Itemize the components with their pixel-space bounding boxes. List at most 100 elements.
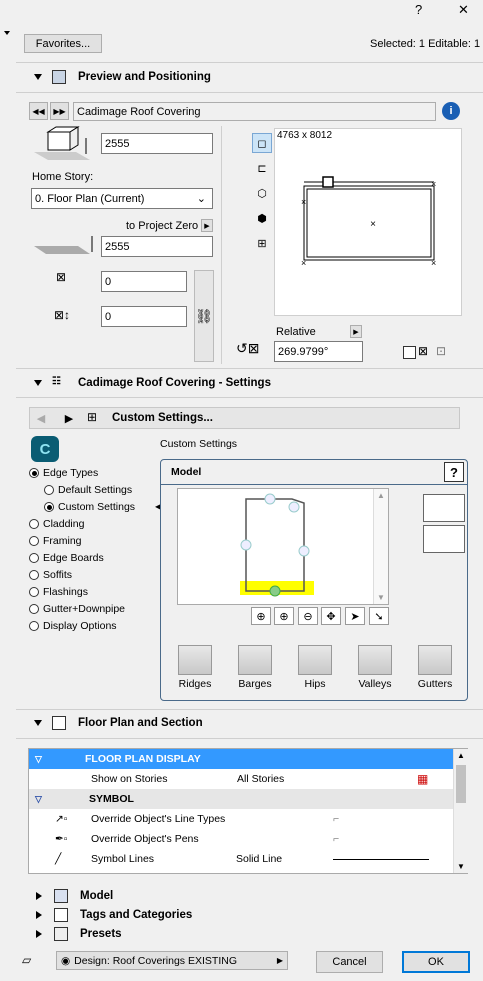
pan-icon[interactable]: ✥ (321, 607, 341, 625)
nav-display-options[interactable]: Display Options (29, 620, 117, 632)
design-layer-select[interactable]: ◉ Design: Roof Coverings EXISTING ▶ (56, 951, 288, 970)
ridges-label: Ridges (178, 678, 212, 690)
preview-canvas[interactable]: 4763 x 8012 × × × × × (274, 128, 462, 316)
project-zero-label: to Project Zero (126, 220, 199, 232)
mirror-x-icon[interactable]: ⊠ (418, 344, 428, 358)
tags-section-icon (54, 908, 68, 922)
section-model[interactable]: Model (16, 886, 483, 906)
x-offset-icon: ⊠ (56, 270, 67, 284)
info-icon[interactable]: i (442, 102, 460, 120)
properties-scrollbar[interactable]: ▲ ▼ (453, 749, 468, 873)
nav-edge-types[interactable]: Edge Types (29, 467, 98, 479)
section-title: Floor Plan and Section (78, 717, 203, 729)
zoom-fit-icon[interactable]: ⊕ (251, 607, 271, 625)
row-symbol[interactable]: ▽ SYMBOL (29, 789, 453, 809)
project-zero-toggle[interactable]: ▶ (201, 219, 213, 232)
section-presets[interactable]: Presets (16, 924, 483, 944)
settings-forward-button[interactable]: ▶ (61, 410, 77, 426)
radio-icon (44, 485, 54, 495)
radio-icon (29, 536, 39, 546)
select-plus-icon[interactable]: ➤ (345, 607, 365, 625)
x-offset-field[interactable]: 0 (101, 271, 187, 292)
object-name-field: Cadimage Roof Covering (73, 102, 436, 121)
model-panel-title: Model (171, 466, 202, 478)
scroll-thumb[interactable] (456, 765, 466, 803)
expand-arrow-icon[interactable] (36, 911, 42, 919)
roof-type-single-icon[interactable] (423, 494, 465, 522)
row-symbol-lines[interactable]: ╱ Symbol Lines Solid Line (29, 849, 453, 869)
plan-view-icon[interactable]: ◻ (252, 133, 272, 153)
3d-wire-view-icon[interactable]: ⬡ (254, 185, 270, 201)
roof-edge-preview[interactable]: ▲ ▼ (177, 488, 389, 605)
row-override-pens[interactable]: ✒▫ Override Object's Pens ⌐ (29, 829, 453, 849)
ok-button[interactable]: OK (402, 951, 470, 973)
hips-button[interactable] (298, 645, 332, 675)
roof-type-double-icon[interactable] (423, 525, 465, 553)
mirror-none-icon[interactable] (403, 346, 416, 359)
next-object-button[interactable]: ▶▶ (50, 102, 69, 120)
preview-scrollbar[interactable]: ▲ ▼ (373, 489, 388, 604)
project-zero-field[interactable]: 2555 (101, 236, 213, 257)
collapse-arrow-icon[interactable] (34, 380, 42, 386)
checkbox-icon[interactable]: ⌐ (333, 833, 339, 845)
collapse-arrow-icon[interactable] (34, 720, 42, 726)
collapse-arrow-icon: ▽ (35, 753, 42, 764)
line-sample (333, 858, 429, 860)
scroll-down-icon[interactable]: ▼ (377, 593, 385, 602)
y-offset-field[interactable]: 0 (101, 306, 187, 327)
barges-button[interactable] (238, 645, 272, 675)
scroll-up-icon[interactable]: ▲ (377, 491, 385, 500)
section-floor-plan[interactable]: Floor Plan and Section (16, 712, 483, 734)
nav-gutter-downpipe[interactable]: Gutter+Downpipe (29, 603, 125, 615)
section-title: Cadimage Roof Covering - Settings (78, 377, 271, 389)
cancel-button[interactable]: Cancel (316, 951, 383, 973)
expand-arrow-icon[interactable] (36, 892, 42, 900)
model-help-button[interactable]: ? (444, 462, 464, 482)
relative-toggle[interactable]: ▶ (350, 325, 362, 338)
section-preview-positioning[interactable]: Preview and Positioning (16, 66, 483, 88)
scroll-down-icon[interactable]: ▼ (457, 862, 465, 871)
zoom-in-icon[interactable]: ⊕ (274, 607, 294, 625)
y-offset-icon: ⊠↕ (54, 308, 71, 322)
chevron-right-icon: ▶ (276, 956, 283, 965)
row-override-line-types[interactable]: ↗▫ Override Object's Line Types ⌐ (29, 809, 453, 829)
expand-arrow-icon[interactable] (36, 930, 42, 938)
row-show-on-stories[interactable]: Show on Stories All Stories ▦ (29, 769, 453, 789)
favorites-button[interactable]: Favorites... (24, 34, 102, 53)
nav-default-settings[interactable]: Default Settings (44, 484, 132, 496)
menu-arrow-icon (4, 31, 10, 35)
row-floor-plan-display[interactable]: ▽ FLOOR PLAN DISPLAY (29, 749, 453, 769)
section-tags-categories[interactable]: Tags and Categories (16, 905, 483, 925)
close-icon[interactable]: ✕ (458, 2, 469, 18)
section-view-icon[interactable]: ⊏ (254, 160, 270, 176)
nav-cladding[interactable]: Cladding (29, 518, 84, 530)
barges-label: Barges (238, 678, 272, 690)
collapse-arrow-icon[interactable] (34, 74, 42, 80)
scroll-up-icon[interactable]: ▲ (457, 751, 465, 760)
nav-custom-settings[interactable]: Custom Settings (44, 501, 135, 513)
help-icon[interactable]: ? (415, 2, 422, 17)
valleys-button[interactable] (358, 645, 392, 675)
nav-flashings[interactable]: Flashings (29, 586, 88, 598)
nav-edge-boards[interactable]: Edge Boards (29, 552, 104, 564)
3d-solid-view-icon[interactable]: ⬢ (254, 210, 270, 226)
model-section-icon (54, 889, 68, 903)
select-minus-icon[interactable]: ➘ (369, 607, 389, 625)
chain-link-icon[interactable]: ⛓ (194, 270, 214, 362)
angle-field[interactable]: 269.9799° (274, 341, 363, 362)
valleys-label: Valleys (358, 678, 392, 690)
height-field[interactable]: 2555 (101, 133, 213, 154)
nav-framing[interactable]: Framing (29, 535, 82, 547)
checkbox-icon[interactable]: ⌐ (333, 813, 339, 825)
section-settings[interactable]: ☷ Cadimage Roof Covering - Settings (16, 372, 483, 394)
prev-object-button[interactable]: ◀◀ (29, 102, 48, 120)
mirror-y-icon[interactable]: ⊡ (436, 344, 446, 358)
zoom-out-icon[interactable]: ⊖ (298, 607, 318, 625)
settings-back-button[interactable]: ◀ (33, 410, 49, 426)
nav-soffits[interactable]: Soffits (29, 569, 72, 581)
gutters-button[interactable] (418, 645, 452, 675)
elevation-view-icon[interactable]: ⊞ (254, 235, 270, 251)
selection-status: Selected: 1 Editable: 1 (370, 38, 481, 50)
ridges-button[interactable] (178, 645, 212, 675)
home-story-select[interactable]: 0. Floor Plan (Current) ⌄ (31, 188, 213, 209)
